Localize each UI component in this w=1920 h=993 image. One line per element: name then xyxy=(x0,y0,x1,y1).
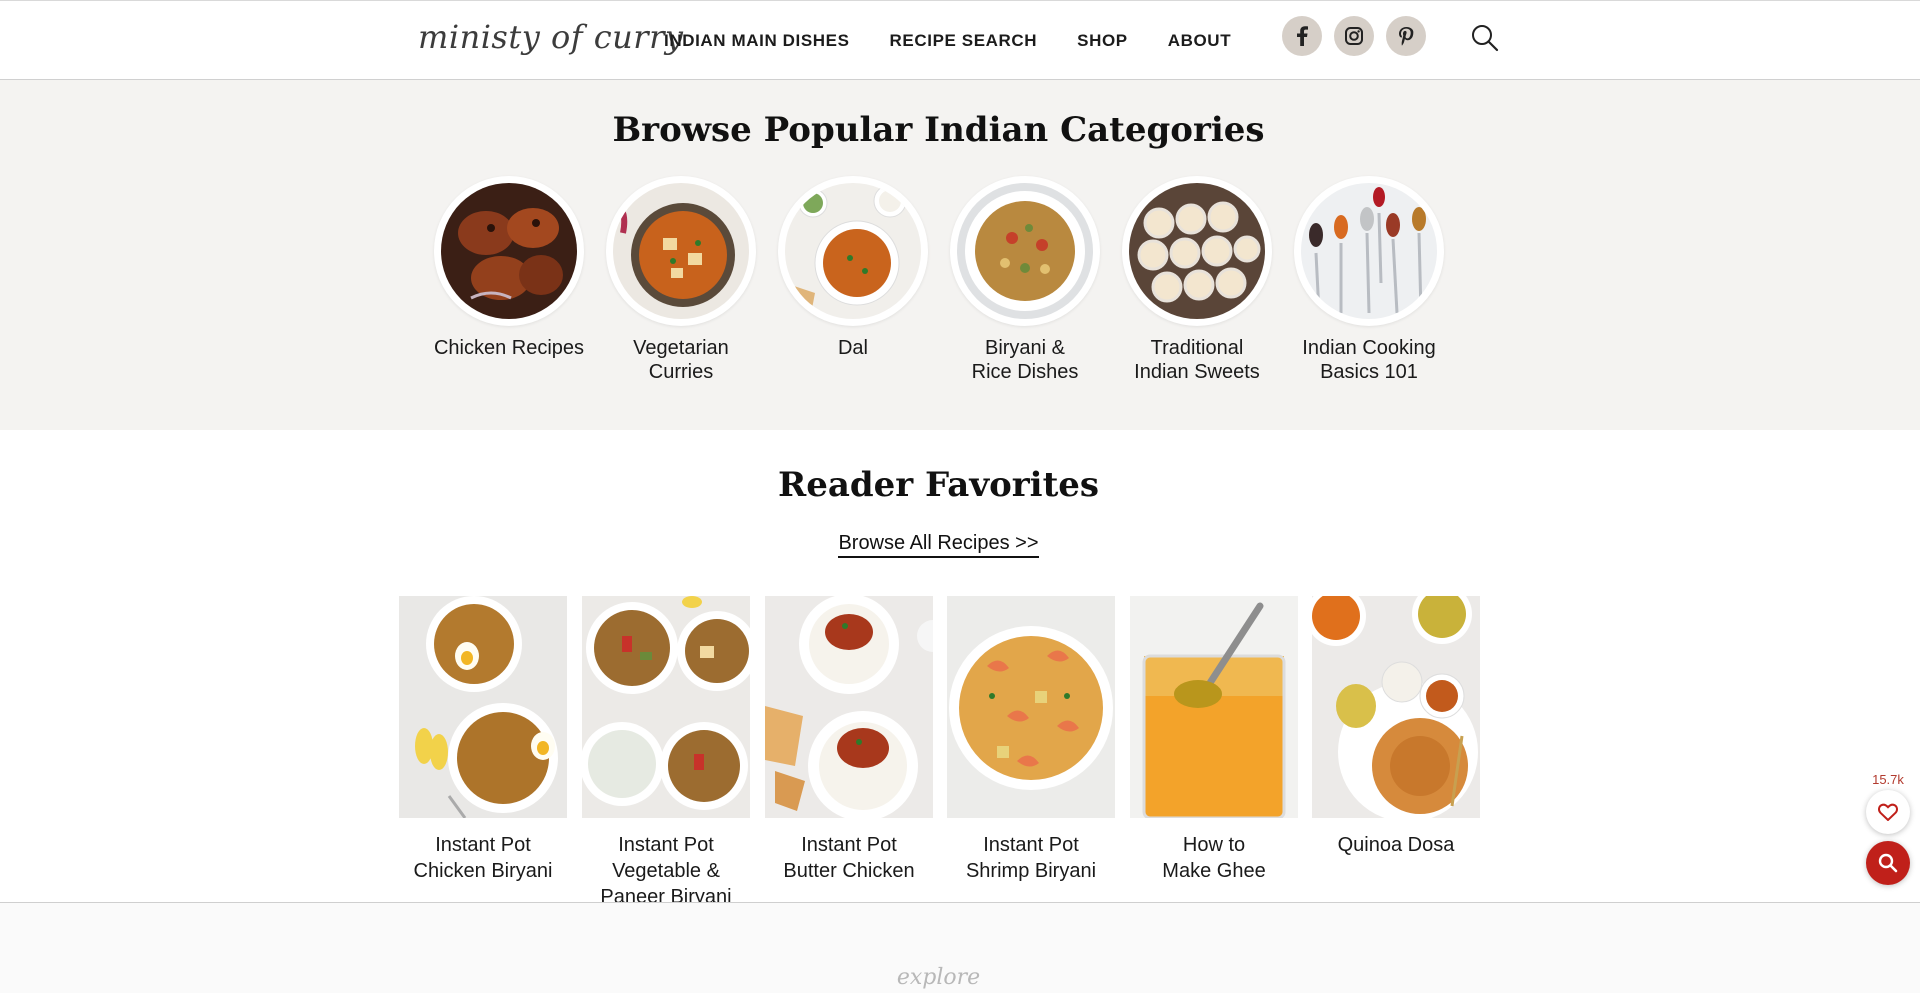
paneer-curry-image xyxy=(613,183,749,319)
favorite-button[interactable] xyxy=(1866,790,1910,834)
recipe-card[interactable]: Quinoa Dosa xyxy=(1312,596,1480,858)
recipe-card[interactable]: Instant Pot Butter Chicken xyxy=(765,596,933,884)
pinterest-icon[interactable] xyxy=(1386,16,1426,56)
category-biryani-rice[interactable]: Biryani & Rice Dishes xyxy=(940,176,1110,384)
browse-all-wrapper: Browse All Recipes >> xyxy=(0,532,1877,558)
floating-search-button[interactable] xyxy=(1866,841,1910,885)
ghee-jar-image xyxy=(1130,596,1298,818)
shrimp-biryani-image xyxy=(947,596,1115,818)
categories-heading: Browse Popular Indian Categories xyxy=(612,110,1265,150)
biryani-plate-image xyxy=(957,183,1093,319)
recipe-title: Instant Pot Chicken Biryani xyxy=(413,834,553,882)
recipe-card[interactable]: Instant Pot Shrimp Biryani xyxy=(947,596,1115,884)
recipe-title: Instant Pot Vegetable & Paneer Biryani xyxy=(600,834,732,908)
category-image-ring xyxy=(778,176,928,326)
category-label: Dal xyxy=(837,337,868,359)
favorite-count: 15.7k xyxy=(1872,772,1904,787)
category-label: Indian Cooking Basics 101 xyxy=(1302,337,1436,383)
site-logo[interactable]: ministy of curry xyxy=(418,15,683,59)
facebook-icon[interactable] xyxy=(1282,16,1322,56)
category-image-ring xyxy=(606,176,756,326)
recipe-title: How to Make Ghee xyxy=(1162,834,1266,882)
explore-heading: explore xyxy=(896,965,981,990)
category-indian-sweets[interactable]: Traditional Indian Sweets xyxy=(1112,176,1282,384)
category-dal[interactable]: Dal xyxy=(768,176,938,360)
category-cooking-basics[interactable]: Indian Cooking Basics 101 xyxy=(1284,176,1454,384)
browse-all-recipes-link[interactable]: Browse All Recipes >> xyxy=(838,532,1039,558)
category-label: Traditional Indian Sweets xyxy=(1134,337,1260,383)
site-header: ministy of curry INDIAN MAIN DISHES RECI… xyxy=(0,0,1920,80)
category-label: Chicken Recipes xyxy=(433,337,585,359)
social-links xyxy=(1282,16,1426,56)
instagram-icon[interactable] xyxy=(1334,16,1374,56)
categories-section: Browse Popular Indian Categories Chicken… xyxy=(0,80,1920,430)
recipe-title: Quinoa Dosa xyxy=(1337,834,1455,856)
category-vegetarian-curries[interactable]: Vegetarian Curries xyxy=(596,176,766,384)
nav-recipe-search[interactable]: RECIPE SEARCH xyxy=(890,31,1038,51)
chicken-biryani-image xyxy=(399,596,567,818)
main-nav: INDIAN MAIN DISHES RECIPE SEARCH SHOP AB… xyxy=(664,1,1271,81)
quinoa-dosa-image xyxy=(1312,596,1480,818)
category-chicken[interactable]: Chicken Recipes xyxy=(424,176,594,360)
nav-indian-main-dishes[interactable]: INDIAN MAIN DISHES xyxy=(664,31,850,51)
favorites-heading: Reader Favorites xyxy=(777,465,1100,505)
butter-chicken-image xyxy=(765,596,933,818)
search-icon[interactable] xyxy=(1470,23,1500,53)
grilled-chicken-image xyxy=(441,183,577,319)
spice-spoons-image xyxy=(1301,183,1437,319)
recipe-card[interactable]: How to Make Ghee xyxy=(1130,596,1298,884)
veg-biryani-image xyxy=(582,596,750,818)
category-image-ring xyxy=(434,176,584,326)
category-image-ring xyxy=(1122,176,1272,326)
sweets-tray-image xyxy=(1129,183,1265,319)
recipe-title: Instant Pot Shrimp Biryani xyxy=(965,834,1097,882)
category-label: Biryani & Rice Dishes xyxy=(971,337,1079,383)
recipe-card[interactable]: Instant Pot Vegetable & Paneer Biryani xyxy=(582,596,750,910)
recipe-card[interactable]: Instant Pot Chicken Biryani xyxy=(399,596,567,884)
category-image-ring xyxy=(1294,176,1444,326)
heart-icon xyxy=(1878,803,1898,821)
search-icon xyxy=(1878,853,1898,873)
nav-about[interactable]: ABOUT xyxy=(1168,31,1231,51)
recipe-title: Instant Pot Butter Chicken xyxy=(783,834,915,882)
category-image-ring xyxy=(950,176,1100,326)
category-label: Vegetarian Curries xyxy=(633,337,729,383)
nav-shop[interactable]: SHOP xyxy=(1077,31,1128,51)
dal-bowl-image xyxy=(785,183,921,319)
